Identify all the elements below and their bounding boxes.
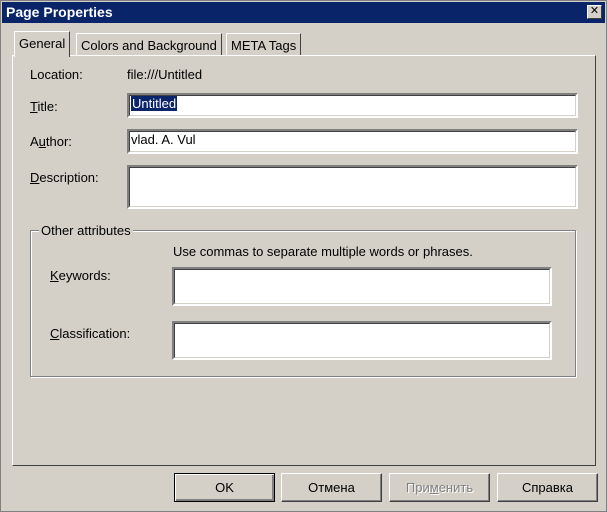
keywords-label: Keywords: xyxy=(50,268,111,283)
keywords-hint: Use commas to separate multiple words or… xyxy=(173,244,473,259)
classification-input[interactable] xyxy=(172,321,552,360)
location-value: file:///Untitled xyxy=(127,67,203,82)
keywords-input[interactable] xyxy=(172,267,552,306)
other-attributes-title: Other attributes xyxy=(39,223,133,238)
tab-meta-label: META Tags xyxy=(231,38,297,53)
cancel-button[interactable]: Отмена xyxy=(281,473,382,502)
author-input[interactable]: vlad. A. Vul xyxy=(127,129,578,154)
tab-colors-and-background[interactable]: Colors and Background xyxy=(76,33,222,55)
page-properties-dialog: Page Properties ✕ General Colors and Bac… xyxy=(0,0,607,512)
general-tab-panel: Location: file:///Untitled Title: Untitl… xyxy=(12,55,596,466)
tab-general[interactable]: General xyxy=(14,31,71,57)
description-input[interactable] xyxy=(127,165,578,209)
tab-general-label: General xyxy=(19,36,66,51)
ok-button[interactable]: OK xyxy=(174,473,275,502)
other-attributes-group: Other attributes Use commas to separate … xyxy=(30,223,576,377)
classification-label: Classification: xyxy=(50,326,131,341)
title-input-value: Untitled xyxy=(131,96,178,111)
tab-colors-label: Colors and Background xyxy=(81,38,217,53)
author-input-value: vlad. A. Vul xyxy=(131,132,196,147)
help-button[interactable]: Справка xyxy=(497,473,598,502)
close-button[interactable]: ✕ xyxy=(587,5,602,19)
location-label: Location: xyxy=(30,67,83,82)
title-input[interactable]: Untitled xyxy=(127,93,578,118)
close-icon: ✕ xyxy=(589,5,600,17)
description-label: Description: xyxy=(30,170,99,185)
apply-button[interactable]: Применить xyxy=(389,473,490,502)
window-title: Page Properties xyxy=(6,4,113,20)
author-label: Author: xyxy=(30,134,72,149)
title-bar: Page Properties ✕ xyxy=(2,2,605,23)
title-label: Title: xyxy=(30,99,58,114)
tab-meta-tags[interactable]: META Tags xyxy=(226,33,302,55)
